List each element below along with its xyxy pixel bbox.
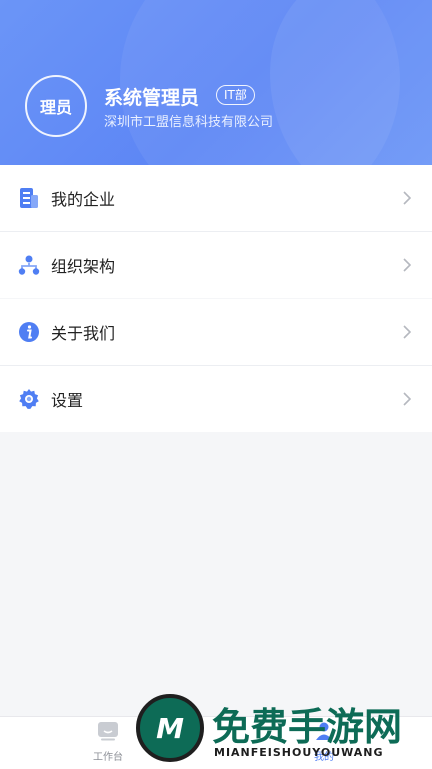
watermark-logo: M xyxy=(136,694,204,762)
watermark-overlay: M 免费手游网 MIANFEISHOUYOUWANG xyxy=(134,694,432,768)
workbench-icon xyxy=(97,721,119,745)
menu-item-org-structure[interactable]: 组织架构 xyxy=(0,232,432,298)
user-name: 系统管理员 xyxy=(104,87,200,109)
header-decoration xyxy=(270,0,432,165)
tab-workbench[interactable]: 工作台 xyxy=(78,721,138,767)
building-icon xyxy=(18,187,40,209)
menu-item-label: 我的企业 xyxy=(51,190,116,209)
chevron-right-icon xyxy=(402,324,412,340)
watermark-title: 免费手游网 xyxy=(212,705,403,749)
chevron-right-icon xyxy=(402,190,412,206)
avatar[interactable]: 理员 xyxy=(25,75,87,137)
chevron-right-icon xyxy=(402,257,412,273)
tab-label: 工作台 xyxy=(93,752,123,763)
watermark-logo-letter: M xyxy=(156,711,184,745)
menu-group-app: 关于我们 设置 xyxy=(0,299,432,432)
department-badge: IT部 xyxy=(216,85,255,105)
menu-item-my-enterprise[interactable]: 我的企业 xyxy=(0,165,432,232)
menu-item-about-us[interactable]: 关于我们 xyxy=(0,299,432,366)
menu-item-label: 设置 xyxy=(51,391,84,410)
menu-item-label: 组织架构 xyxy=(51,257,116,276)
company-name: 深圳市工盟信息科技有限公司 xyxy=(104,115,274,130)
menu-group-company: 我的企业 组织架构 xyxy=(0,165,432,298)
menu-item-settings[interactable]: 设置 xyxy=(0,366,432,432)
gear-icon xyxy=(18,388,40,410)
menu-item-label: 关于我们 xyxy=(51,324,116,343)
profile-header: 理员 系统管理员 IT部 深圳市工盟信息科技有限公司 xyxy=(0,0,432,165)
chevron-right-icon xyxy=(402,391,412,407)
org-chart-icon xyxy=(18,254,40,276)
watermark-subtitle: MIANFEISHOUYOUWANG xyxy=(214,746,384,759)
info-icon xyxy=(18,321,40,343)
